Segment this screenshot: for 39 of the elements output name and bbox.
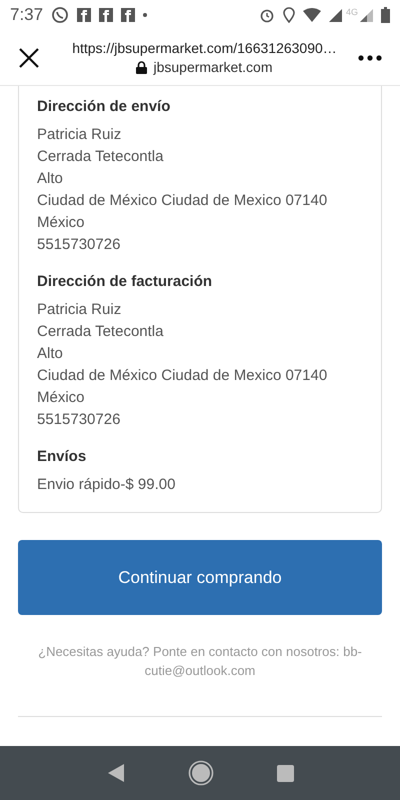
notification-icon bbox=[121, 8, 136, 22]
section-line: Cerrada Tetecontla bbox=[37, 147, 164, 167]
notification-icon bbox=[77, 8, 92, 22]
section-line: Alto bbox=[37, 169, 64, 189]
network-label: 4G bbox=[346, 7, 358, 17]
section-line: México bbox=[37, 388, 86, 408]
status-time: 7:37 bbox=[10, 5, 44, 25]
section-title: Dirección de envío bbox=[37, 98, 172, 115]
recents-icon[interactable] bbox=[276, 764, 294, 782]
section-line: Patricia Ruiz bbox=[37, 300, 122, 320]
section-title: Envíos bbox=[37, 448, 88, 465]
home-icon[interactable] bbox=[188, 760, 214, 786]
section-line: 5515730726 bbox=[37, 235, 122, 255]
back-icon[interactable] bbox=[106, 764, 124, 782]
battery-icon bbox=[381, 7, 390, 23]
section-line: Ciudad de México Ciudad de Mexico 07140 bbox=[37, 366, 328, 386]
signal-icon bbox=[328, 8, 342, 22]
location-icon bbox=[282, 7, 295, 23]
section-line: Alto bbox=[37, 344, 64, 364]
section-line: 5515730726 bbox=[37, 410, 122, 430]
section-line: México bbox=[37, 213, 86, 233]
page-url[interactable]: https://jbsupermarket.com/16631263090… bbox=[72, 40, 337, 56]
more-icon[interactable] bbox=[358, 54, 382, 60]
signal-icon bbox=[360, 8, 373, 22]
section-line: Cerrada Tetecontla bbox=[37, 322, 164, 342]
notification-icon bbox=[99, 8, 114, 22]
lock-icon bbox=[136, 60, 148, 74]
wifi-icon bbox=[302, 8, 321, 22]
alarm-icon bbox=[258, 7, 275, 23]
section-line: Ciudad de México Ciudad de Mexico 07140 bbox=[37, 191, 328, 211]
section-line: Envio rápido-$ 99.00 bbox=[37, 475, 176, 495]
section-title: Dirección de facturación bbox=[37, 273, 214, 290]
close-icon[interactable] bbox=[19, 48, 39, 68]
section-line: Patricia Ruiz bbox=[37, 125, 122, 145]
continue-shopping-button[interactable]: Continuar comprando bbox=[18, 540, 382, 615]
chat-icon bbox=[51, 6, 70, 24]
page-domain: jbsupermarket.com bbox=[153, 59, 273, 75]
dot-icon bbox=[143, 13, 148, 17]
help-text: ¿Necesitas ayuda? Ponte en contacto con nosotros: bb-cutie@outlook.com bbox=[37, 643, 363, 680]
